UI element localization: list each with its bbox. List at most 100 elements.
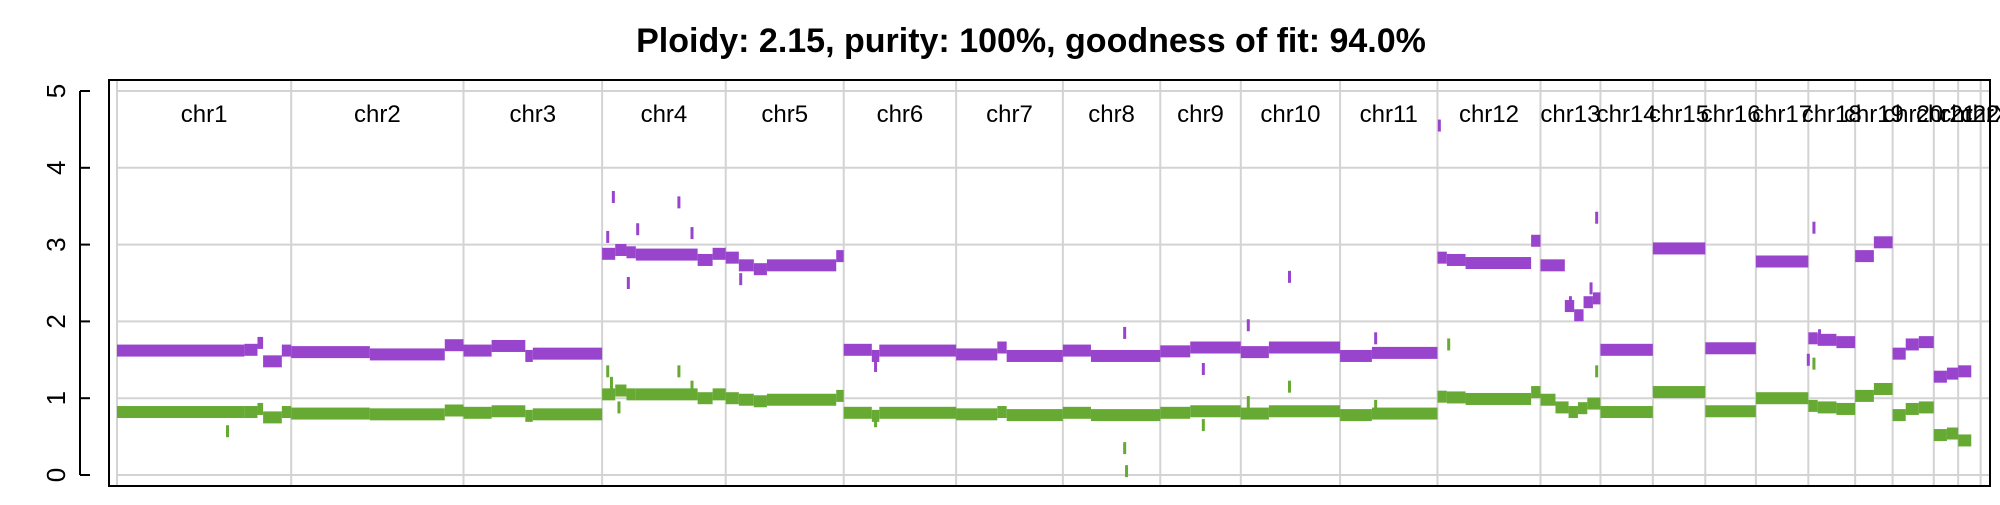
- segment-mark: [1892, 347, 1906, 360]
- segment-mark: [836, 250, 844, 263]
- segment-mark: [1873, 236, 1893, 249]
- segment-mark: [1873, 382, 1893, 395]
- outlier-mark: [1818, 329, 1822, 342]
- chromosome-label: chr7: [986, 101, 1033, 128]
- outlier-mark: [1812, 357, 1816, 370]
- segment-mark: [444, 339, 464, 352]
- segment-mark: [1437, 390, 1447, 403]
- segment-mark: [697, 392, 713, 405]
- segment-mark: [1836, 336, 1856, 349]
- outlier-mark: [226, 425, 230, 438]
- segment-mark: [281, 344, 292, 357]
- segment-mark: [1006, 349, 1063, 362]
- y-tick-label: 1: [41, 391, 71, 405]
- segment-mark: [263, 411, 282, 424]
- segment-mark: [1946, 367, 1959, 380]
- segment-mark: [244, 343, 258, 356]
- segment-mark: [1437, 251, 1447, 264]
- segment-mark: [1808, 399, 1818, 412]
- copy-number-chart: Ploidy: 2.15, purity: 100%, goodness of …: [0, 0, 2000, 500]
- segment-mark: [997, 341, 1007, 354]
- segment-mark: [766, 259, 837, 272]
- y-tick-label: 2: [41, 314, 71, 328]
- chromosome-label: chr13: [1540, 101, 1600, 128]
- segment-mark: [753, 395, 767, 408]
- segment-mark: [997, 406, 1007, 419]
- segment-mark: [1340, 349, 1372, 362]
- outlier-mark: [626, 277, 630, 289]
- chromosome-label: chr14: [1597, 101, 1657, 128]
- segment-mark: [1574, 309, 1584, 322]
- outlier-mark: [1374, 332, 1378, 345]
- segment-mark: [738, 259, 754, 272]
- segment-mark: [1958, 365, 1972, 378]
- segment-mark: [1855, 389, 1874, 402]
- segment-mark: [725, 392, 739, 405]
- outlier-mark: [617, 401, 621, 414]
- segment-mark: [1652, 386, 1706, 399]
- segment-mark: [635, 248, 698, 261]
- segment-mark: [291, 346, 370, 359]
- segment-mark: [525, 349, 533, 362]
- segment-mark: [1465, 392, 1532, 405]
- segment-mark: [1892, 409, 1906, 422]
- segment-mark: [1705, 405, 1756, 418]
- segment-mark: [117, 344, 245, 357]
- segment-mark: [532, 347, 603, 360]
- segment-mark: [1160, 406, 1191, 419]
- segment-mark: [1446, 391, 1466, 404]
- outlier-mark: [1595, 365, 1599, 378]
- segment-mark: [1600, 343, 1653, 356]
- segment-mark: [525, 409, 533, 422]
- segment-mark: [879, 344, 957, 357]
- segment-mark: [1240, 346, 1269, 359]
- segment-mark: [836, 389, 844, 402]
- outlier-mark: [690, 380, 694, 393]
- segment-mark: [1855, 250, 1874, 263]
- segment-mark: [615, 384, 627, 397]
- segment-mark: [1755, 255, 1809, 268]
- segment-mark: [1905, 338, 1919, 351]
- outlier-mark: [1568, 296, 1572, 309]
- segment-mark: [117, 406, 245, 419]
- segment-mark: [1465, 257, 1532, 270]
- y-tick-label: 3: [41, 237, 71, 251]
- segment-mark: [956, 348, 998, 361]
- segment-mark: [1062, 344, 1091, 357]
- segment-mark: [1540, 259, 1565, 272]
- segment-mark: [491, 405, 526, 418]
- segment-mark: [1905, 402, 1919, 415]
- segment-mark: [463, 344, 492, 357]
- chromosome-label: chr9: [1177, 101, 1224, 128]
- outlier-mark: [1437, 119, 1441, 132]
- segment-mark: [463, 406, 492, 419]
- outlier-mark: [636, 223, 640, 236]
- chromosome-label: chr5: [761, 101, 808, 128]
- chromosome-label: chr8: [1088, 101, 1135, 128]
- segment-mark: [753, 263, 767, 276]
- outlier-mark: [1595, 211, 1599, 224]
- segment-mark: [369, 408, 445, 421]
- segment-mark: [1240, 407, 1269, 420]
- outlier-mark: [1287, 270, 1291, 283]
- outlier-mark: [1246, 396, 1250, 409]
- segment-mark: [1446, 253, 1466, 266]
- segment-mark: [1371, 407, 1438, 420]
- outlier-mark: [606, 365, 610, 378]
- segment-mark: [1577, 402, 1588, 415]
- segment-mark: [1568, 406, 1578, 419]
- outlier-mark: [606, 230, 610, 243]
- segment-mark: [1808, 332, 1818, 345]
- segment-mark: [843, 343, 872, 356]
- y-tick-label: 5: [41, 84, 71, 98]
- segment-mark: [1817, 401, 1837, 414]
- outlier-mark: [677, 196, 681, 209]
- segment-mark: [602, 247, 616, 260]
- y-tick-label: 0: [41, 468, 71, 482]
- chromosome-label: chr2: [354, 101, 401, 128]
- outlier-mark: [1806, 353, 1810, 366]
- outlier-mark: [690, 227, 694, 240]
- chromosome-label: chr4: [641, 101, 688, 128]
- segment-mark: [1958, 434, 1972, 447]
- segment-mark: [766, 393, 837, 406]
